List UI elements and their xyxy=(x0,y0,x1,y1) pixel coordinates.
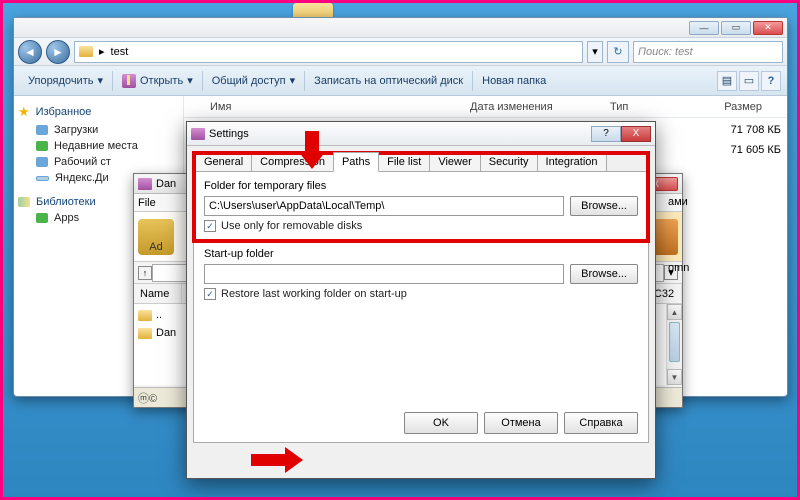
ok-button[interactable]: OK xyxy=(404,412,478,434)
open-button[interactable]: Открыть ▾ xyxy=(114,66,201,95)
winrar-icon xyxy=(138,178,152,190)
browse-temp-button[interactable]: Browse... xyxy=(570,196,638,216)
tab-panel: Folder for temporary files C:\Users\user… xyxy=(193,171,649,443)
yandex-disk-icon xyxy=(36,176,49,181)
startup-path-input[interactable] xyxy=(204,264,564,284)
help-button[interactable]: Справка xyxy=(564,412,638,434)
winrar-col-peek: omn xyxy=(668,242,689,294)
help-button[interactable]: ? xyxy=(761,71,781,91)
organize-button[interactable]: Упорядочить ▾ xyxy=(20,66,111,95)
winrar-icon xyxy=(191,128,205,140)
winrar-add-button[interactable]: Ad xyxy=(138,219,174,255)
winrar-vscroll[interactable]: ▲▼ xyxy=(666,304,682,385)
column-headers: Имя Дата изменения Тип Размер xyxy=(184,96,787,118)
folder-icon xyxy=(138,310,152,321)
star-icon: ★ xyxy=(18,104,30,120)
dialog-help-button[interactable]: ? xyxy=(591,126,621,142)
checkbox-icon: ✓ xyxy=(204,220,216,232)
chk-removable[interactable]: ✓ Use only for removable disks xyxy=(204,220,638,232)
address-row: ◄ ► ▸ test ▾ ↻ Поиск: test xyxy=(14,38,787,66)
winrar-menu-file[interactable]: File xyxy=(138,197,156,209)
tab-general[interactable]: General xyxy=(195,152,252,172)
sidebar-desktop[interactable]: Рабочий ст xyxy=(18,154,179,170)
refresh-button[interactable]: ↻ xyxy=(607,41,629,63)
col-type[interactable]: Тип xyxy=(606,101,706,113)
folder-icon xyxy=(79,46,93,57)
checkbox-icon: ✓ xyxy=(204,288,216,300)
col-modified[interactable]: Дата изменения xyxy=(466,101,606,113)
up-icon[interactable]: ↑ xyxy=(138,266,152,280)
desktop-icon xyxy=(36,157,48,167)
archive-icon xyxy=(122,74,136,88)
tab-paths[interactable]: Paths xyxy=(333,152,379,172)
label-startup-folder: Start-up folder xyxy=(204,248,638,260)
settings-dialog: Settings ? X General Compression Paths F… xyxy=(186,121,656,479)
breadcrumb-text: test xyxy=(111,46,129,58)
preview-pane-button[interactable]: ▭ xyxy=(739,71,759,91)
explorer-toolbar: Упорядочить ▾ Открыть ▾ Общий доступ ▾ З… xyxy=(14,66,787,96)
winrar-col-peek: ами xyxy=(668,176,689,228)
close-button[interactable]: ✕ xyxy=(753,21,783,35)
breadcrumb-drop[interactable]: ▾ xyxy=(587,41,603,63)
apps-icon xyxy=(36,213,48,223)
file-size: 71 605 КБ xyxy=(721,144,781,156)
winrar-title: Dan xyxy=(156,178,176,190)
minimize-button[interactable]: — xyxy=(689,21,719,35)
col-size[interactable]: Размер xyxy=(706,101,766,113)
tab-filelist[interactable]: File list xyxy=(378,152,430,172)
dialog-title: Settings xyxy=(209,128,249,140)
libraries-icon xyxy=(18,197,30,207)
explorer-titlebar: — ▭ ✕ xyxy=(14,18,787,38)
recent-icon xyxy=(36,141,48,151)
sidebar-recent[interactable]: Недавние места xyxy=(18,138,179,154)
tab-security[interactable]: Security xyxy=(480,152,538,172)
back-button[interactable]: ◄ xyxy=(18,40,42,64)
cancel-button[interactable]: Отмена xyxy=(484,412,558,434)
tab-viewer[interactable]: Viewer xyxy=(429,152,480,172)
breadcrumb[interactable]: ▸ test xyxy=(74,41,583,63)
file-size: 71 708 КБ xyxy=(721,124,781,136)
label-temp-folder: Folder for temporary files xyxy=(204,180,638,192)
search-placeholder: Поиск: test xyxy=(638,46,693,58)
search-input[interactable]: Поиск: test xyxy=(633,41,783,63)
dialog-close-button[interactable]: X xyxy=(621,126,651,142)
dialog-body: General Compression Paths File list View… xyxy=(187,146,655,449)
dialog-titlebar: Settings ? X xyxy=(187,122,655,146)
maximize-button[interactable]: ▭ xyxy=(721,21,751,35)
temp-path-input[interactable]: C:\Users\user\AppData\Local\Temp\ xyxy=(204,196,564,216)
browse-startup-button[interactable]: Browse... xyxy=(570,264,638,284)
winrar-col-name[interactable]: Name xyxy=(134,284,182,303)
tab-compression[interactable]: Compression xyxy=(251,152,334,172)
forward-button[interactable]: ► xyxy=(46,40,70,64)
folder-icon xyxy=(138,328,152,339)
view-button[interactable]: ▤ xyxy=(717,71,737,91)
downloads-icon xyxy=(36,125,48,135)
col-name[interactable]: Имя xyxy=(206,101,466,113)
chk-restore[interactable]: ✓ Restore last working folder on start-u… xyxy=(204,288,638,300)
dialog-footer: OK Отмена Справка xyxy=(404,412,638,434)
new-folder-button[interactable]: Новая папка xyxy=(474,66,554,95)
tab-strip: General Compression Paths File list View… xyxy=(193,152,649,172)
burn-button[interactable]: Записать на оптический диск xyxy=(306,66,471,95)
share-button[interactable]: Общий доступ ▾ xyxy=(204,66,303,95)
breadcrumb-arrow: ▸ xyxy=(99,45,105,58)
tab-integration[interactable]: Integration xyxy=(537,152,607,172)
sidebar-downloads[interactable]: Загрузки xyxy=(18,122,179,138)
sidebar-favorites[interactable]: ★Избранное xyxy=(18,102,179,122)
